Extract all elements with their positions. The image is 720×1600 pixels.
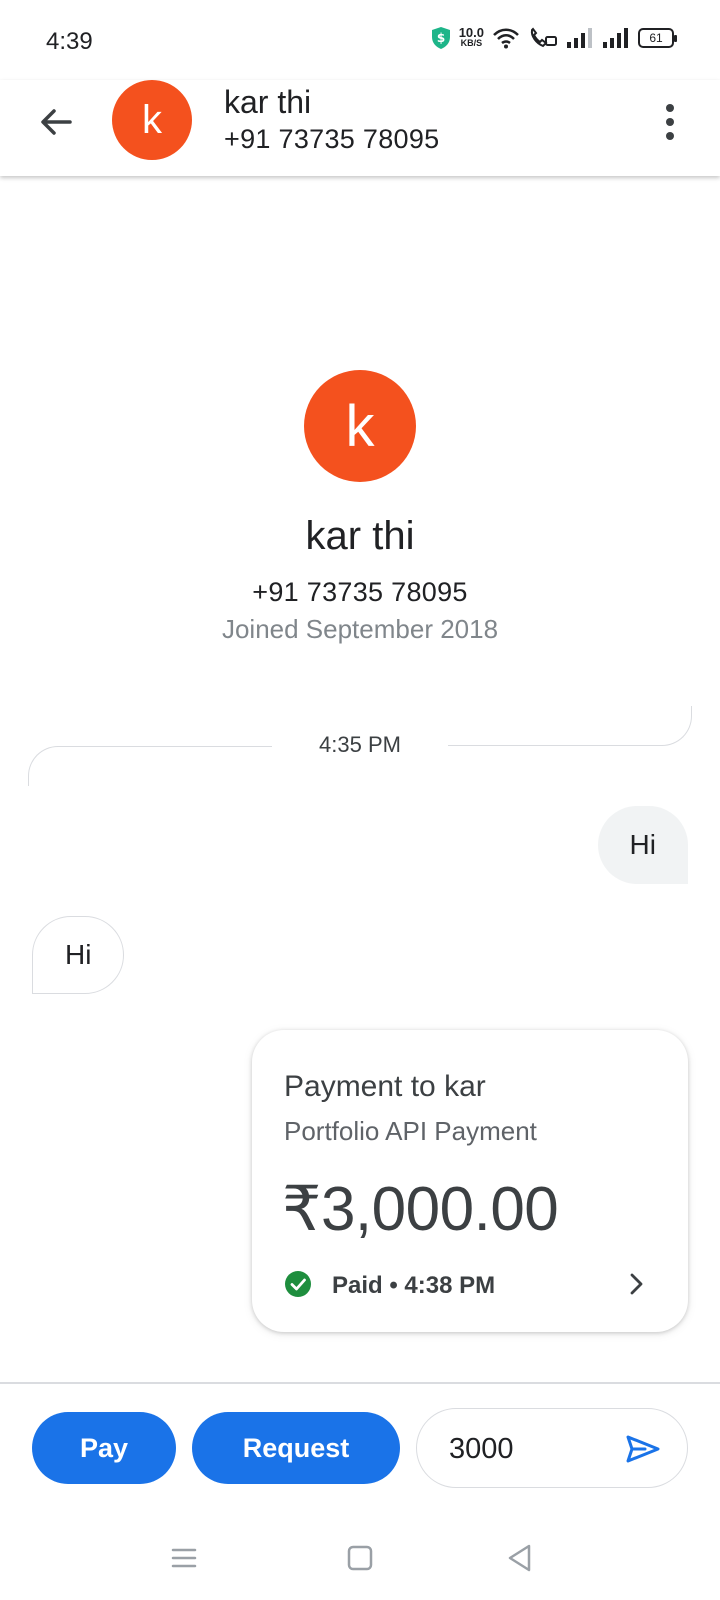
contact-phone: +91 73735 78095 [224, 124, 440, 154]
back-triangle-icon [508, 1544, 531, 1572]
home-button[interactable] [336, 1534, 384, 1582]
input-value: 3000 [449, 1433, 514, 1465]
contact-profile: k kar thi +91 73735 78095 Joined Septemb… [0, 370, 720, 645]
more-vert-dot [666, 118, 674, 126]
chevron-right-icon[interactable] [622, 1270, 650, 1298]
system-back-button[interactable] [496, 1534, 544, 1582]
message-timestamp: 4:35 PM [319, 732, 401, 757]
outgoing-message[interactable]: Hi [597, 806, 688, 884]
speed-unit: KB/S [460, 38, 483, 48]
profile-joined-date: Joined September 2018 [221, 614, 499, 644]
amount-message-input[interactable]: 3000 [416, 1408, 688, 1488]
back-arrow-icon [41, 109, 72, 135]
chat-screen: 4:39 $ 10.0 KB/S 61 k kar thi +91 73735 … [0, 0, 720, 1600]
svg-text:$: $ [437, 31, 445, 45]
more-vert-dot [666, 132, 674, 140]
profile-avatar: k [304, 370, 416, 482]
send-icon[interactable] [623, 1429, 663, 1469]
incoming-message[interactable]: Hi [32, 916, 125, 994]
compose-divider [0, 1382, 720, 1384]
back-button[interactable] [32, 98, 80, 146]
pay-button[interactable]: Pay [32, 1412, 176, 1484]
request-button[interactable]: Request [192, 1412, 400, 1484]
signal-icon-sim2 [603, 28, 628, 48]
more-options-button[interactable] [658, 98, 682, 146]
recent-apps-button[interactable] [160, 1534, 208, 1582]
home-square-icon [347, 1545, 373, 1571]
timestamp-divider: 4:35 PM [28, 706, 692, 786]
signal-icon-sim1 [567, 28, 592, 48]
menu-icon [171, 1548, 197, 1568]
status-time: 4:39 [46, 28, 93, 55]
more-vert-icon [666, 104, 674, 112]
payment-card[interactable]: Payment to kar Portfolio API Payment ₹3,… [252, 1030, 688, 1332]
battery-icon: 61 [638, 28, 677, 48]
status-bar: 4:39 $ 10.0 KB/S 61 [0, 0, 720, 80]
shield-dollar-icon: $ [431, 27, 450, 49]
network-speed: 10.0 KB/S [458, 25, 484, 49]
speed-value: 10.0 [458, 25, 484, 40]
payment-status: Paid • 4:38 PM [332, 1272, 496, 1299]
check-circle-icon [285, 1271, 311, 1297]
profile-name: kar thi [305, 514, 415, 558]
contact-avatar[interactable]: k [112, 80, 192, 160]
status-icons: $ 10.0 KB/S 61 [431, 25, 677, 50]
volte-call-icon [530, 27, 557, 48]
app-bar: k kar thi +91 73735 78095 [0, 80, 720, 176]
payment-amount: ₹3,000.00 [282, 1175, 559, 1244]
profile-phone: +91 73735 78095 [252, 577, 468, 607]
payment-title: Payment to kar [284, 1070, 486, 1103]
wifi-icon [493, 28, 519, 49]
system-nav-bar [0, 1520, 720, 1600]
payment-note: Portfolio API Payment [284, 1116, 537, 1146]
contact-name[interactable]: kar thi [224, 84, 311, 121]
